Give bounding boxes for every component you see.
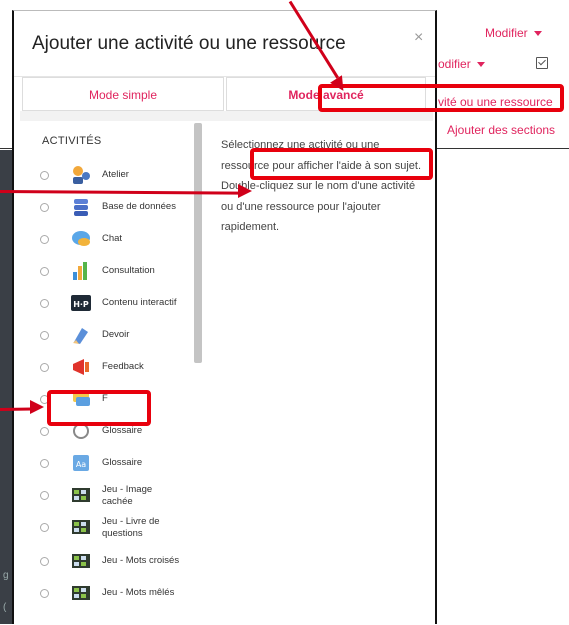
list-item-label: Consultation	[102, 265, 155, 276]
list-item-label: Feedback	[102, 361, 144, 372]
poll-chart-icon	[73, 262, 87, 280]
list-item-label: Glossaire	[102, 457, 143, 468]
svg-text:H·P: H·P	[73, 300, 89, 309]
radio-button[interactable]	[40, 331, 49, 340]
add-sections-link[interactable]: Ajouter des sections	[447, 123, 555, 137]
radio-button[interactable]	[40, 491, 49, 500]
list-item[interactable]: Consultation	[36, 257, 206, 287]
list-item[interactable]: Jeu - Image cachée	[36, 481, 206, 511]
game-icon	[72, 586, 90, 600]
list-item[interactable]: Jeu - Mots mêlés	[36, 579, 206, 609]
edit-menu-link-2[interactable]: odifier	[438, 57, 485, 71]
divider	[0, 148, 12, 149]
highlight-box	[250, 148, 433, 180]
caret-down-icon	[533, 31, 542, 37]
list-item[interactable]: Jeu - Mots croisés	[36, 547, 206, 577]
list-item[interactable]: Atelier	[36, 161, 206, 191]
radio-button[interactable]	[40, 459, 49, 468]
arrow-head-icon	[30, 400, 44, 414]
radio-button[interactable]	[40, 203, 49, 212]
list-item[interactable]: Chat	[36, 225, 206, 255]
list-item-label: Atelier	[102, 169, 129, 180]
radio-button[interactable]	[40, 589, 49, 598]
radio-button[interactable]	[40, 235, 49, 244]
activity-list: ACTIVITÉS Atelier Base de données Chat C…	[20, 121, 207, 625]
radio-button[interactable]	[40, 523, 49, 532]
database-icon	[74, 199, 88, 216]
radio-button[interactable]	[40, 557, 49, 566]
radio-button[interactable]	[40, 299, 49, 308]
list-item-label: Jeu - Mots mêlés	[102, 587, 175, 598]
list-item-label: Glossaire	[102, 425, 143, 436]
arrow-head-icon	[238, 184, 252, 198]
glossary-book-icon: Aa	[73, 455, 89, 471]
h5p-icon: H·P	[71, 295, 91, 311]
annotation-arrow	[0, 407, 33, 411]
highlight-box	[47, 390, 151, 426]
radio-button[interactable]	[40, 171, 49, 180]
svg-text:Aa: Aa	[76, 460, 86, 469]
list-item-label: Jeu - Image cachée	[102, 484, 153, 507]
strip-text: (	[3, 602, 7, 613]
checkbox-icon[interactable]	[536, 57, 548, 69]
scrollbar[interactable]	[194, 123, 202, 363]
list-item-label: Jeu - Livre de questions	[102, 516, 160, 539]
background-sidebar-strip: g (	[0, 150, 12, 624]
highlight-box	[318, 84, 564, 112]
chat-icon	[72, 231, 90, 246]
tab-simple-mode[interactable]: Mode simple	[22, 77, 224, 111]
divider	[437, 148, 569, 149]
caret-down-icon	[476, 62, 485, 68]
section-title: ACTIVITÉS	[42, 135, 102, 147]
game-icon	[72, 554, 90, 568]
list-item[interactable]: H·P Contenu interactif	[36, 289, 206, 319]
list-item[interactable]: Aa Glossaire	[36, 449, 206, 479]
radio-button[interactable]	[40, 363, 49, 372]
game-icon	[72, 520, 90, 534]
close-icon[interactable]: ×	[414, 29, 423, 47]
edit-menu-link[interactable]: Modifier	[485, 26, 542, 40]
megaphone-icon	[73, 359, 89, 375]
list-item[interactable]: Base de données	[36, 193, 206, 223]
list-item[interactable]: Jeu - Livre de questions	[36, 513, 206, 543]
game-icon	[72, 488, 90, 502]
list-item-label: Chat	[102, 233, 123, 244]
modal-title: Ajouter une activité ou une ressource	[32, 33, 346, 54]
workshop-icon	[73, 166, 90, 184]
radio-button[interactable]	[40, 267, 49, 276]
list-item-label: Base de données	[102, 201, 176, 212]
radio-button[interactable]	[40, 427, 49, 436]
assignment-icon	[73, 328, 88, 344]
list-item-label: Contenu interactif	[102, 297, 177, 308]
strip-text: g	[3, 570, 9, 581]
list-item-label: Devoir	[102, 329, 130, 340]
list-item[interactable]: Devoir	[36, 321, 206, 351]
list-item[interactable]: Feedback	[36, 353, 206, 383]
list-item-label: Jeu - Mots croisés	[102, 555, 180, 566]
